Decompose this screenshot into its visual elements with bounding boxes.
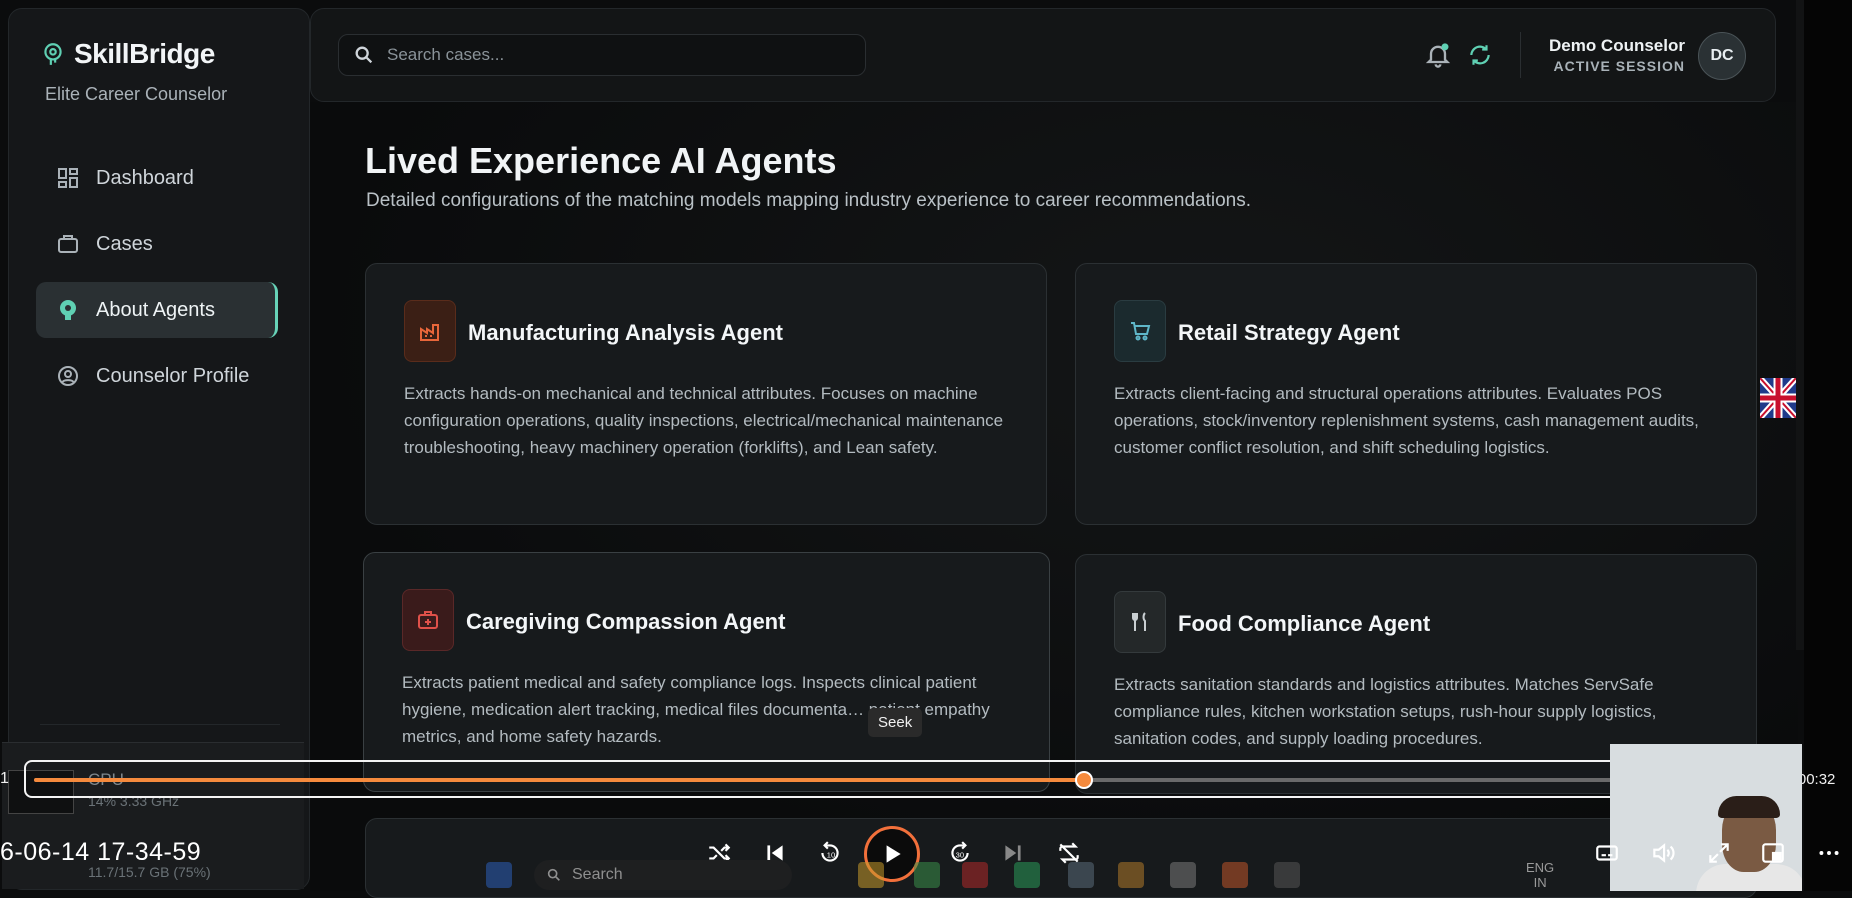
app-icon[interactable] [962,862,988,888]
svg-text:10: 10 [827,850,835,859]
agent-card-caregiving[interactable]: Caregiving Compassion Agent Extracts pat… [363,552,1050,792]
agent-card-retail[interactable]: Retail Strategy Agent Extracts client-fa… [1075,263,1757,525]
agent-description: Extracts sanitation standards and logist… [1114,675,1657,748]
player-edge [1804,0,1852,891]
browser-icon[interactable] [914,862,940,888]
cart-icon [1114,300,1166,362]
language-indicator[interactable]: ENG IN [1526,860,1554,890]
agent-title: Manufacturing Analysis Agent [468,320,783,345]
sync-icon[interactable] [1466,42,1494,68]
agent-description: Extracts client-facing and structural op… [1114,384,1699,457]
fullscreen-icon[interactable] [1702,836,1736,870]
brand-name: SkillBridge [74,38,215,69]
avatar[interactable]: DC [1698,32,1746,80]
user-name: Demo Counselor [1548,36,1685,55]
sidebar-item-label: Dashboard [96,166,194,189]
utensils-icon [1114,591,1166,653]
whatsapp-icon[interactable] [1014,862,1040,888]
search-icon [355,46,373,64]
svg-text:30: 30 [956,850,964,859]
search-bar[interactable] [338,34,866,76]
terminal-icon[interactable] [1274,862,1300,888]
medical-kit-icon [402,589,454,651]
sidebar-item-label: Cases [96,232,153,255]
sidebar-item-cases[interactable]: Cases [36,216,278,272]
sidebar-item-label: Counselor Profile [96,364,250,387]
header-separator [1520,32,1521,78]
photos-icon[interactable] [1068,862,1094,888]
taskbar-search-label: Search [572,866,623,883]
more-options-icon[interactable] [1812,836,1846,870]
brand-logo[interactable]: SkillBridge [40,38,215,70]
session-status: ACTIVE SESSION [1553,58,1685,74]
page-title: Lived Experience AI Agents [365,140,837,181]
rewind-10-icon[interactable]: 10 [813,836,847,870]
start-icon[interactable] [486,862,512,888]
folder-icon[interactable] [858,862,884,888]
brain-icon [60,300,76,320]
search-icon [547,868,560,881]
sidebar-item-dashboard[interactable]: Dashboard [36,150,278,206]
seek-track[interactable] [34,778,1756,782]
seek-tooltip: Seek [868,708,923,737]
search-input[interactable] [385,44,829,66]
taskbar-search[interactable]: Search [534,860,792,890]
factory-icon [404,300,456,362]
notification-bell-icon[interactable] [1424,40,1452,70]
page-description: Detailed configurations of the matching … [366,190,1252,211]
agent-title: Caregiving Compassion Agent [466,609,786,634]
agent-title: Food Compliance Agent [1178,611,1431,636]
language-code: ENG [1526,860,1555,875]
brain-logo-icon [44,43,62,65]
user-circle-icon [58,366,78,386]
mini-player-icon[interactable] [1756,836,1790,870]
chrome-icon[interactable] [1222,862,1248,888]
sidebar-item-about-agents[interactable]: About Agents [36,282,278,338]
brand-subtitle: Elite Career Counselor [45,84,228,104]
files-icon[interactable] [1118,862,1144,888]
agent-title: Retail Strategy Agent [1178,320,1400,345]
scrollbar[interactable] [1796,0,1804,650]
elapsed-time: 1 [0,770,9,787]
volume-icon[interactable] [1646,836,1680,870]
agent-card-manufacturing[interactable]: Manufacturing Analysis Agent Extracts ha… [365,263,1047,525]
seek-progress [34,778,1085,782]
sidebar-item-label: About Agents [96,298,215,321]
region-code: IN [1533,875,1547,890]
settings-icon[interactable] [1170,862,1196,888]
sidebar-item-counselor-profile[interactable]: Counselor Profile [36,348,278,404]
recording-timestamp: 6-06-14 17-34-59 [0,838,202,866]
captions-icon[interactable] [1590,836,1624,870]
briefcase-icon [58,235,78,253]
uk-flag-icon[interactable] [1760,378,1796,418]
dashboard-icon [58,168,78,188]
agent-description: Extracts hands-on mechanical and technic… [404,384,1004,457]
sidebar-divider [40,724,280,725]
